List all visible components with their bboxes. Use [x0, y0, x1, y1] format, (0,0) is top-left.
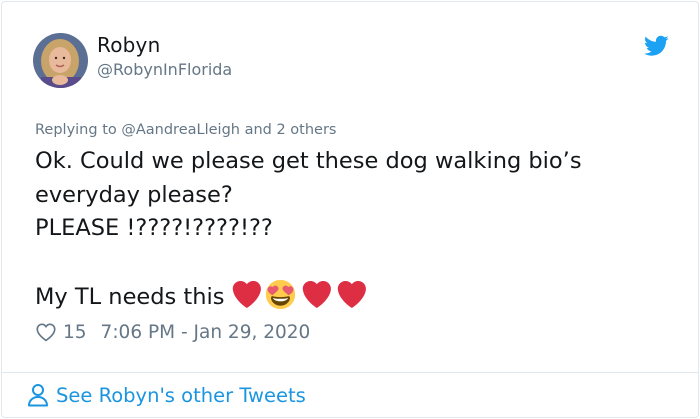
like-heart-icon[interactable]: [35, 321, 57, 343]
footer-divider: [2, 372, 698, 373]
twitter-bird-icon[interactable]: [644, 35, 669, 57]
tweet-line-with-emoji: My TL needs this: [35, 279, 665, 315]
reply-others-link[interactable]: and 2 others: [240, 122, 337, 138]
reply-prefix: Replying to: [35, 122, 122, 138]
see-other-tweets-label[interactable]: See Robyn's other Tweets: [56, 384, 306, 407]
tweet-meta: 15 7:06 PM - Jan 29, 2020: [35, 321, 310, 343]
timestamp-link[interactable]: 7:06 PM - Jan 29, 2020: [101, 322, 311, 343]
red-heart-icon: [233, 280, 262, 309]
tweet-card: Robyn @RobynInFlorida Replying to @Aandr…: [1, 1, 699, 418]
reply-context: Replying to @AandreaLleigh and 2 others: [35, 122, 336, 138]
tweet-line: PLEASE !????!????!??: [35, 215, 273, 241]
like-count[interactable]: 15: [63, 322, 87, 343]
red-heart-icon: [303, 280, 332, 309]
tweet-text: Ok. Could we please get these dog walkin…: [35, 145, 665, 315]
see-other-tweets-link[interactable]: See Robyn's other Tweets: [27, 383, 306, 407]
person-icon: [28, 384, 48, 407]
tweet-line: everyday please?: [35, 181, 233, 208]
reply-mention-link[interactable]: @AandreaLleigh: [121, 122, 240, 138]
emoji-row: [230, 279, 367, 310]
avatar[interactable]: [33, 33, 88, 88]
author-name[interactable]: Robyn: [97, 33, 160, 57]
red-heart-icon: [338, 280, 367, 309]
tweet-line: Ok. Could we please get these dog walkin…: [35, 148, 582, 174]
tweet-line: My TL needs this: [35, 284, 225, 310]
author-handle[interactable]: @RobynInFlorida: [97, 60, 232, 79]
heart-eyes-face-icon: [266, 279, 296, 310]
